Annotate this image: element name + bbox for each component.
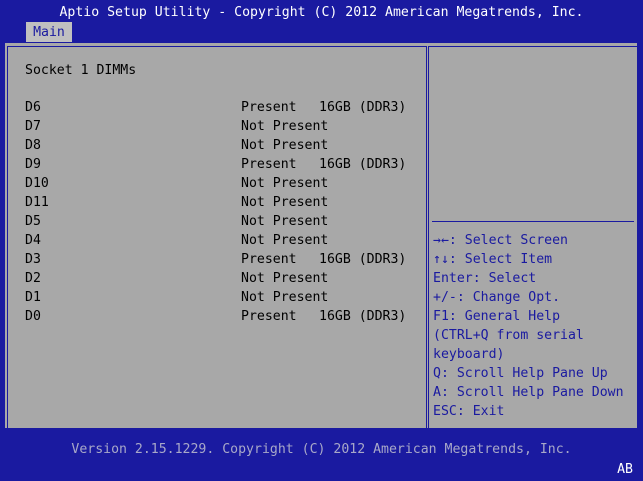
dimm-size: 16GB (DDR3) [319, 252, 407, 267]
dimm-status: Present [241, 100, 297, 115]
dimm-slot-label: D7 [25, 119, 41, 134]
dimm-slot-label: D5 [25, 214, 41, 229]
dimm-row-d3[interactable]: D3 Present 16GB (DDR3) [25, 250, 420, 269]
version-footer: Version 2.15.1229. Copyright (C) 2012 Am… [71, 442, 572, 457]
dimm-row-d0[interactable]: D0 Present 16GB (DDR3) [25, 307, 420, 326]
dimm-list: D6 Present 16GB (DDR3) D7 Not Present D8 Not… [25, 98, 420, 326]
dimm-status: Not Present [241, 271, 329, 286]
dimm-slot-label: D1 [25, 290, 41, 305]
dimm-status: Present [241, 252, 297, 267]
help-change-opt: +/-: Change Opt. [433, 290, 561, 305]
dimm-slot-label: D8 [25, 138, 41, 153]
dimm-slot-label: D6 [25, 100, 41, 115]
help-keyboard: keyboard) [433, 347, 505, 362]
dimm-row-d6[interactable]: D6 Present 16GB (DDR3) [25, 98, 420, 117]
dimm-status: Not Present [241, 195, 329, 210]
dimm-size: 16GB (DDR3) [319, 157, 407, 172]
help-scroll-up: Q: Scroll Help Pane Up [433, 366, 608, 381]
dimm-row-d2[interactable]: D2 Not Present [25, 269, 420, 288]
section-heading: Socket 1 DIMMs [25, 63, 137, 78]
dimm-row-d4[interactable]: D4 Not Present [25, 231, 420, 250]
dimm-row-d8[interactable]: D8 Not Present [25, 136, 420, 155]
dimm-size: 16GB (DDR3) [319, 100, 407, 115]
dimm-size: 16GB (DDR3) [319, 309, 407, 324]
dimm-slot-label: D0 [25, 309, 41, 324]
help-keys-list: →←: Select Screen ↑↓: Select Item Enter:… [433, 231, 624, 421]
dimm-row-d1[interactable]: D1 Not Present [25, 288, 420, 307]
dimm-row-d10[interactable]: D10 Not Present [25, 174, 420, 193]
dimm-row-d11[interactable]: D11 Not Present [25, 193, 420, 212]
help-divider [432, 221, 634, 222]
dimm-slot-label: D10 [25, 176, 49, 191]
dimm-status: Not Present [241, 290, 329, 305]
dimm-status: Present [241, 309, 297, 324]
corner-code: AB [617, 462, 633, 477]
dimm-status: Not Present [241, 176, 329, 191]
dimm-row-d7[interactable]: D7 Not Present [25, 117, 420, 136]
help-select-screen: →←: Select Screen [433, 233, 568, 248]
window-title: Aptio Setup Utility - Copyright (C) 2012… [59, 5, 584, 20]
help-select-item: ↑↓: Select Item [433, 252, 553, 267]
dimm-status: Not Present [241, 233, 329, 248]
help-esc-exit: ESC: Exit [433, 404, 505, 419]
help-ctrl-q: (CTRL+Q from serial [433, 328, 584, 343]
help-enter-select: Enter: Select [433, 271, 537, 286]
dimm-status: Not Present [241, 138, 329, 153]
dimm-row-d5[interactable]: D5 Not Present [25, 212, 420, 231]
dimm-status: Present [241, 157, 297, 172]
help-general-help: F1: General Help [433, 309, 561, 324]
dimm-row-d9[interactable]: D9 Present 16GB (DDR3) [25, 155, 420, 174]
dimm-slot-label: D2 [25, 271, 41, 286]
dimm-slot-label: D4 [25, 233, 41, 248]
dimm-slot-label: D3 [25, 252, 41, 267]
dimm-status: Not Present [241, 214, 329, 229]
dimm-slot-label: D9 [25, 157, 41, 172]
help-scroll-down: A: Scroll Help Pane Down [433, 385, 624, 400]
dimm-status: Not Present [241, 119, 329, 134]
dimm-slot-label: D11 [25, 195, 49, 210]
tab-main[interactable]: Main [26, 22, 72, 42]
